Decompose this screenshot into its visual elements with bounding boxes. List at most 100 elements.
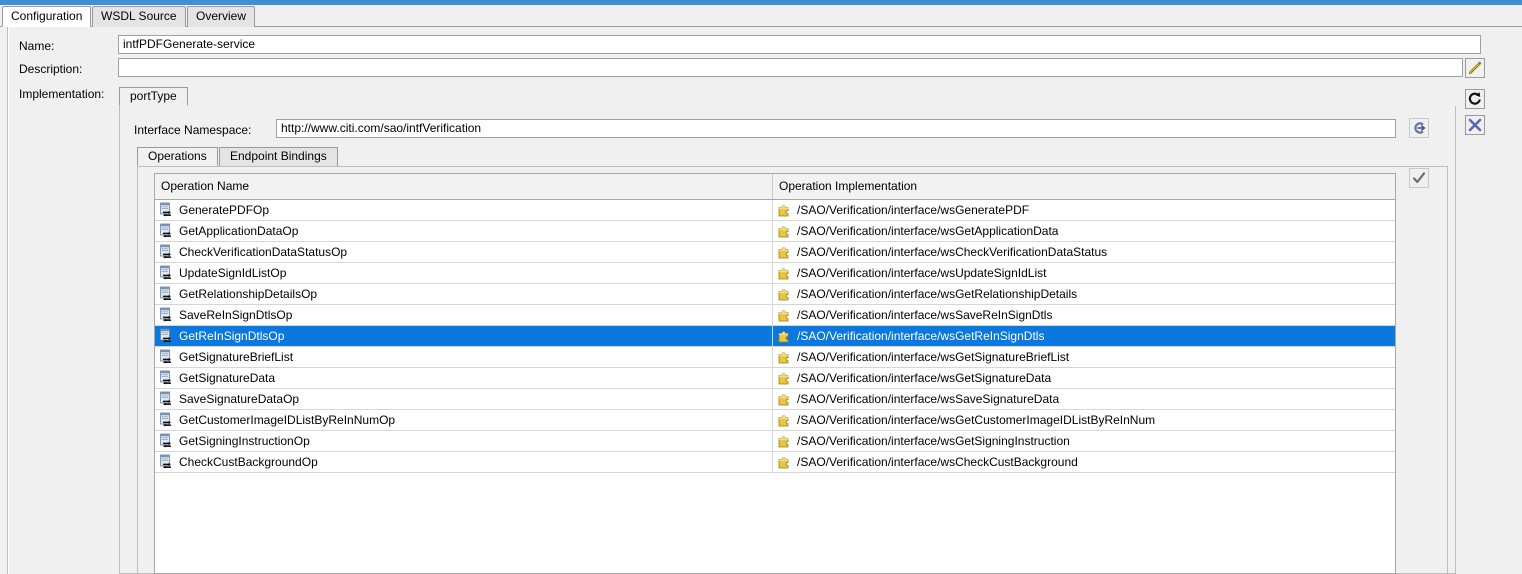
operation-icon [159,286,175,302]
validate-operations-button[interactable] [1409,168,1429,188]
cell-operation-name[interactable]: GetSigningInstructionOp [155,431,772,451]
operation-icon [159,223,175,239]
cell-operation-implementation[interactable]: /SAO/Verification/interface/wsGetCustome… [773,410,1395,430]
cell-operation-name[interactable]: GetSignatureBriefList [155,347,772,367]
operation-name-text: CheckCustBackgroundOp [179,455,318,469]
table-row[interactable]: SaveReInSignDtlsOp/SAO/Verification/inte… [155,305,1395,326]
table-row[interactable]: GetReInSignDtlsOp/SAO/Verification/inter… [155,326,1395,347]
puzzle-piece-icon [777,391,793,407]
operation-name-text: GetSigningInstructionOp [179,434,310,448]
cell-operation-implementation[interactable]: /SAO/Verification/interface/wsCheckVerif… [773,242,1395,262]
implementation-label: Implementation: [19,87,105,101]
cell-operation-implementation[interactable]: /SAO/Verification/interface/wsGetSigning… [773,431,1395,451]
puzzle-piece-icon [777,223,793,239]
interface-namespace-input[interactable]: http://www.citi.com/sao/intfVerification [276,119,1396,138]
main-tab-configuration[interactable]: Configuration [2,6,92,27]
cell-operation-implementation[interactable]: /SAO/Verification/interface/wsGetReInSig… [773,326,1395,346]
cell-operation-name[interactable]: GetSignatureData [155,368,772,388]
puzzle-piece-icon [777,433,793,449]
operation-implementation-text: /SAO/Verification/interface/wsGetCustome… [797,413,1156,427]
cell-operation-implementation[interactable]: /SAO/Verification/interface/wsCheckCustB… [773,452,1395,472]
refresh-button[interactable] [1465,89,1485,109]
operation-name-text: SaveReInSignDtlsOp [179,308,293,322]
cell-operation-name[interactable]: GetApplicationDataOp [155,221,772,241]
operation-name-text: GetRelationshipDetailsOp [179,287,318,301]
refresh-icon [1467,91,1483,107]
panel-left-gutter [0,27,8,574]
table-row[interactable]: GeneratePDFOp/SAO/Verification/interface… [155,200,1395,221]
cell-operation-name[interactable]: GetCustomerImageIDListByReInNumOp [155,410,772,430]
table-row[interactable]: GetCustomerImageIDListByReInNumOp/SAO/Ve… [155,410,1395,431]
column-header-operation-implementation[interactable]: Operation Implementation [773,174,1395,199]
table-row[interactable]: SaveSignatureDataOp/SAO/Verification/int… [155,389,1395,410]
cell-operation-implementation[interactable]: /SAO/Verification/interface/wsSaveSignat… [773,389,1395,409]
properties-area: Name: intfPDFGenerate-service Description:… [9,27,1522,574]
operation-icon [159,412,175,428]
name-label: Name: [19,39,55,53]
edit-description-button[interactable] [1465,58,1485,78]
operation-icon [159,433,175,449]
cell-operation-implementation[interactable]: /SAO/Verification/interface/wsGeneratePD… [773,200,1395,220]
main-tab-bar: Configuration WSDL Source Overview [0,5,1522,27]
puzzle-piece-icon [777,349,793,365]
table-row[interactable]: GetRelationshipDetailsOp/SAO/Verificatio… [155,284,1395,305]
description-input[interactable] [118,58,1463,77]
operation-name-text: GeneratePDFOp [179,203,270,217]
implementation-tab-label: portType [130,89,177,103]
operation-implementation-text: /SAO/Verification/interface/wsGetSignatu… [797,371,1052,385]
operation-icon [159,307,175,323]
table-row[interactable]: CheckCustBackgroundOp/SAO/Verification/i… [155,452,1395,473]
cell-operation-implementation[interactable]: /SAO/Verification/interface/wsGetSignatu… [773,347,1395,367]
close-x-icon [1467,117,1483,133]
operations-tab-endpoint-bindings[interactable]: Endpoint Bindings [219,147,338,166]
operations-tab-operations[interactable]: Operations [137,147,218,166]
cell-operation-implementation[interactable]: /SAO/Verification/interface/wsGetRelatio… [773,284,1395,304]
main-tab-label: Overview [196,9,247,23]
table-row[interactable]: UpdateSignIdListOp/SAO/Verification/inte… [155,263,1395,284]
main-tab-overview[interactable]: Overview [187,6,256,27]
table-row[interactable]: GetApplicationDataOp/SAO/Verification/in… [155,221,1395,242]
operation-implementation-text: /SAO/Verification/interface/wsGetSignatu… [797,350,1070,364]
cell-operation-name[interactable]: GetRelationshipDetailsOp [155,284,772,304]
operation-implementation-text: /SAO/Verification/interface/wsSaveReInSi… [797,308,1053,322]
cell-operation-name[interactable]: CheckCustBackgroundOp [155,452,772,472]
namespace-edit-icon [1411,120,1427,136]
table-row[interactable]: GetSignatureData/SAO/Verification/interf… [155,368,1395,389]
namespace-edit-button[interactable] [1409,118,1429,138]
puzzle-piece-icon [777,265,793,281]
cell-operation-name[interactable]: SaveReInSignDtlsOp [155,305,772,325]
main-tab-wsdl-source[interactable]: WSDL Source [92,6,186,27]
operation-name-text: GetSignatureBriefList [179,350,294,364]
operations-tab-label: Endpoint Bindings [230,149,327,163]
column-header-operation-name[interactable]: Operation Name [155,174,772,199]
name-input[interactable]: intfPDFGenerate-service [118,35,1481,54]
cell-operation-name[interactable]: GeneratePDFOp [155,200,772,220]
table-row[interactable]: GetSignatureBriefList/SAO/Verification/i… [155,347,1395,368]
operation-implementation-text: /SAO/Verification/interface/wsGetApplica… [797,224,1059,238]
cell-operation-name[interactable]: GetReInSignDtlsOp [155,326,772,346]
operations-tab-label: Operations [148,149,207,163]
operation-icon [159,328,175,344]
cell-operation-implementation[interactable]: /SAO/Verification/interface/wsSaveReInSi… [773,305,1395,325]
operation-name-text: GetSignatureData [179,371,276,385]
cell-operation-name[interactable]: UpdateSignIdListOp [155,263,772,283]
cell-operation-implementation[interactable]: /SAO/Verification/interface/wsGetApplica… [773,221,1395,241]
cell-operation-implementation[interactable]: /SAO/Verification/interface/wsGetSignatu… [773,368,1395,388]
table-row[interactable]: GetSigningInstructionOp/SAO/Verification… [155,431,1395,452]
operation-implementation-text: /SAO/Verification/interface/wsSaveSignat… [797,392,1060,406]
puzzle-piece-icon [777,454,793,470]
implementation-tab-porttype[interactable]: portType [119,87,188,106]
configuration-panel: Name: intfPDFGenerate-service Description:… [0,27,1522,574]
table-row[interactable]: CheckVerificationDataStatusOp/SAO/Verifi… [155,242,1395,263]
operation-implementation-text: /SAO/Verification/interface/wsGetRelatio… [797,287,1078,301]
cell-operation-implementation[interactable]: /SAO/Verification/interface/wsUpdateSign… [773,263,1395,283]
operation-name-text: SaveSignatureDataOp [179,392,300,406]
cell-operation-name[interactable]: CheckVerificationDataStatusOp [155,242,772,262]
interface-namespace-label: Interface Namespace: [134,123,252,137]
operation-implementation-text: /SAO/Verification/interface/wsCheckVerif… [797,245,1108,259]
operation-implementation-text: /SAO/Verification/interface/wsGeneratePD… [797,203,1030,217]
puzzle-piece-icon [777,328,793,344]
delete-button[interactable] [1465,115,1485,135]
cell-operation-name[interactable]: SaveSignatureDataOp [155,389,772,409]
operation-implementation-text: /SAO/Verification/interface/wsUpdateSign… [797,266,1047,280]
